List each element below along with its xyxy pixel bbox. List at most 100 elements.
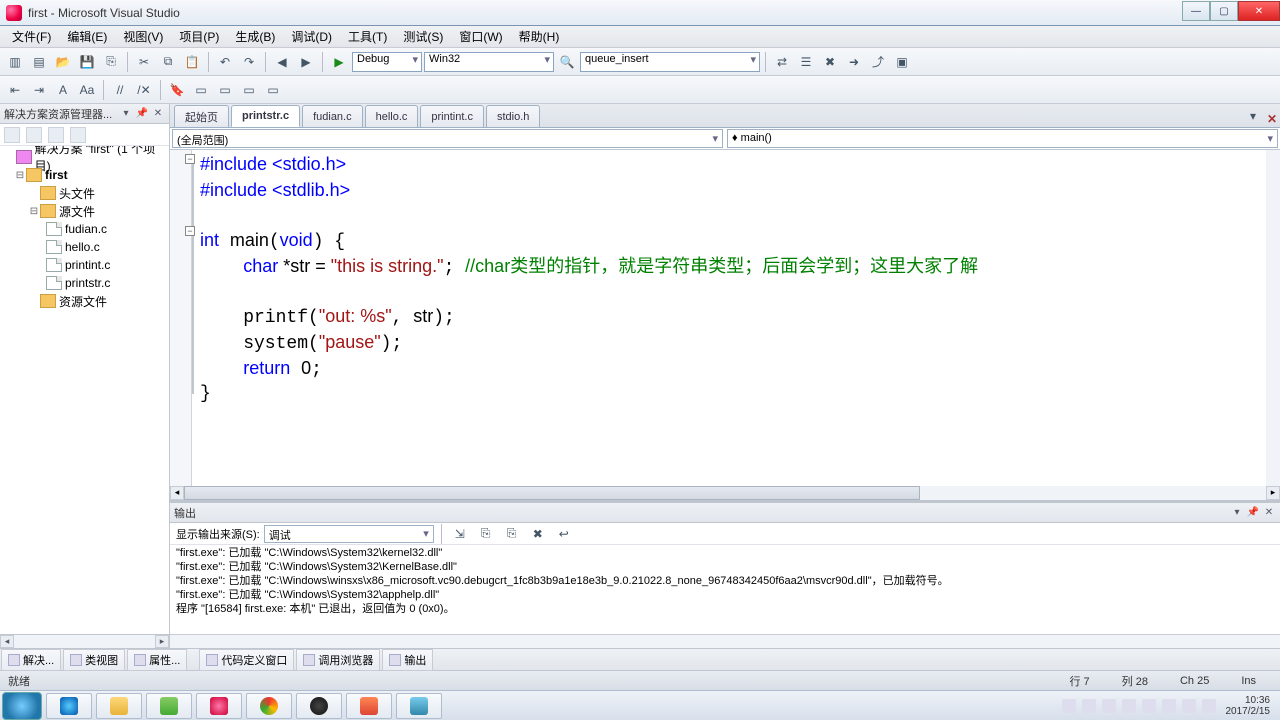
- tooltab-solution[interactable]: 解决...: [1, 649, 61, 671]
- close-icon[interactable]: ✕: [151, 107, 165, 121]
- arrow-icon[interactable]: ➜: [843, 51, 865, 73]
- scroll-left-icon[interactable]: ◂: [170, 486, 184, 500]
- tab-startpage[interactable]: 起始页: [174, 105, 229, 127]
- maximize-button[interactable]: ▢: [1210, 1, 1238, 21]
- menu-debug[interactable]: 调试(D): [283, 25, 340, 48]
- tree-sources[interactable]: ⊟源文件: [0, 202, 169, 220]
- pin-icon[interactable]: 📌: [1246, 506, 1260, 520]
- tray-icon[interactable]: [1082, 699, 1096, 713]
- tree-file[interactable]: printint.c: [0, 256, 169, 274]
- uncomment-icon[interactable]: /✕: [133, 79, 155, 101]
- fold-icon[interactable]: −: [185, 226, 195, 236]
- menu-window[interactable]: 窗口(W): [451, 25, 510, 48]
- editor-hscroll[interactable]: ◂ ▸: [170, 486, 1280, 500]
- tool-icon[interactable]: [70, 127, 86, 143]
- scope-left[interactable]: (全局范围): [172, 129, 723, 148]
- out-btn-icon[interactable]: ⇲: [449, 523, 471, 545]
- scroll-right-icon[interactable]: ▸: [155, 635, 169, 648]
- menu-file[interactable]: 文件(F): [4, 25, 59, 48]
- tooltab-codedef[interactable]: 代码定义窗口: [199, 649, 294, 671]
- tab-stdio[interactable]: stdio.h: [486, 105, 540, 127]
- tray-icon[interactable]: [1102, 699, 1116, 713]
- tool-icon[interactable]: [48, 127, 64, 143]
- fold-icon[interactable]: −: [185, 154, 195, 164]
- taskbar-app-misc[interactable]: [396, 693, 442, 719]
- taskbar-app-ppt[interactable]: [346, 693, 392, 719]
- tab-hello[interactable]: hello.c: [365, 105, 419, 127]
- code-editor[interactable]: − − #include <stdio.h> #include <stdlib.…: [170, 150, 1280, 500]
- new-project-icon[interactable]: ▥: [4, 51, 26, 73]
- taskbar-clock[interactable]: 10:36 2017/2/15: [1222, 695, 1275, 717]
- taskbar-app-obs[interactable]: [296, 693, 342, 719]
- close-button[interactable]: ✕: [1238, 1, 1280, 21]
- tooltab-properties[interactable]: 属性...: [127, 649, 187, 671]
- output-text[interactable]: "first.exe": 已加载 "C:\Windows\System32\ke…: [170, 545, 1280, 634]
- tree-file[interactable]: hello.c: [0, 238, 169, 256]
- taskbar-app-ie[interactable]: [46, 693, 92, 719]
- mark-icon[interactable]: ☰: [795, 51, 817, 73]
- tooltab-callbrowser[interactable]: 调用浏览器: [296, 649, 380, 671]
- tray-icon[interactable]: [1122, 699, 1136, 713]
- tooltab-output[interactable]: 输出: [382, 649, 433, 671]
- taskbar-app-chrome[interactable]: [246, 693, 292, 719]
- out-clear-icon[interactable]: ✖: [527, 523, 549, 545]
- new-file-icon[interactable]: ▤: [28, 51, 50, 73]
- tab-fudian[interactable]: fudian.c: [302, 105, 363, 127]
- case-icon[interactable]: Aa: [76, 79, 98, 101]
- output-hscroll[interactable]: [170, 634, 1280, 648]
- nav-fwd-icon[interactable]: ▶: [295, 51, 317, 73]
- taskbar-app-explorer[interactable]: [96, 693, 142, 719]
- close-icon[interactable]: ✕: [1262, 506, 1276, 520]
- indent-less-icon[interactable]: ⇤: [4, 79, 26, 101]
- undo-icon[interactable]: ↶: [214, 51, 236, 73]
- code-text[interactable]: #include <stdio.h> #include <stdlib.h> i…: [200, 152, 1280, 406]
- pin-icon[interactable]: 📌: [135, 107, 149, 121]
- menu-test[interactable]: 测试(S): [395, 25, 451, 48]
- tray-volume-icon[interactable]: [1202, 699, 1216, 713]
- config-select[interactable]: Debug: [352, 52, 422, 72]
- dropdown-icon[interactable]: ▾: [119, 107, 133, 121]
- tab-overflow-icon[interactable]: ▾: [1242, 105, 1264, 127]
- menu-view[interactable]: 视图(V): [115, 25, 171, 48]
- minimize-button[interactable]: —: [1182, 1, 1210, 21]
- bookmark-icon[interactable]: 🔖: [166, 79, 188, 101]
- box2-icon[interactable]: ▭: [214, 79, 236, 101]
- start-button[interactable]: [2, 692, 42, 720]
- tray-icon[interactable]: [1162, 699, 1176, 713]
- tree-file[interactable]: fudian.c: [0, 220, 169, 238]
- win-icon[interactable]: ▣: [891, 51, 913, 73]
- tab-close-icon[interactable]: ✕: [1264, 111, 1280, 127]
- tree-file[interactable]: printstr.c: [0, 274, 169, 292]
- tree-resources[interactable]: 资源文件: [0, 292, 169, 310]
- paste-icon[interactable]: 📋: [181, 51, 203, 73]
- cancel-icon[interactable]: ✖: [819, 51, 841, 73]
- out-btn-icon[interactable]: ⎘: [475, 523, 497, 545]
- font-icon[interactable]: A: [52, 79, 74, 101]
- box3-icon[interactable]: ▭: [238, 79, 260, 101]
- start-debug-icon[interactable]: ▶: [328, 51, 350, 73]
- box1-icon[interactable]: ▭: [190, 79, 212, 101]
- save-all-icon[interactable]: ⎘: [100, 51, 122, 73]
- comment-icon[interactable]: //: [109, 79, 131, 101]
- tool-icon[interactable]: [4, 127, 20, 143]
- step-icon[interactable]: ⤴: [867, 51, 889, 73]
- sync-icon[interactable]: ⇄: [771, 51, 793, 73]
- tab-printint[interactable]: printint.c: [420, 105, 484, 127]
- editor-vscroll[interactable]: [1266, 150, 1280, 486]
- menu-help[interactable]: 帮助(H): [511, 25, 568, 48]
- cut-icon[interactable]: ✂: [133, 51, 155, 73]
- sidebar-hscroll[interactable]: ◂ ▸: [0, 634, 169, 648]
- taskbar-app-notepad[interactable]: [146, 693, 192, 719]
- find-icon[interactable]: 🔍: [556, 51, 578, 73]
- taskbar-app-vs[interactable]: [196, 693, 242, 719]
- box4-icon[interactable]: ▭: [262, 79, 284, 101]
- copy-icon[interactable]: ⧉: [157, 51, 179, 73]
- output-source-select[interactable]: 调试: [264, 525, 434, 543]
- menu-build[interactable]: 生成(B): [227, 25, 283, 48]
- nav-back-icon[interactable]: ◀: [271, 51, 293, 73]
- menu-project[interactable]: 项目(P): [171, 25, 227, 48]
- tray-icon[interactable]: [1182, 699, 1196, 713]
- tray-icon[interactable]: [1062, 699, 1076, 713]
- tree-solution[interactable]: 解决方案 "first" (1 个项目): [0, 148, 169, 166]
- open-icon[interactable]: 📂: [52, 51, 74, 73]
